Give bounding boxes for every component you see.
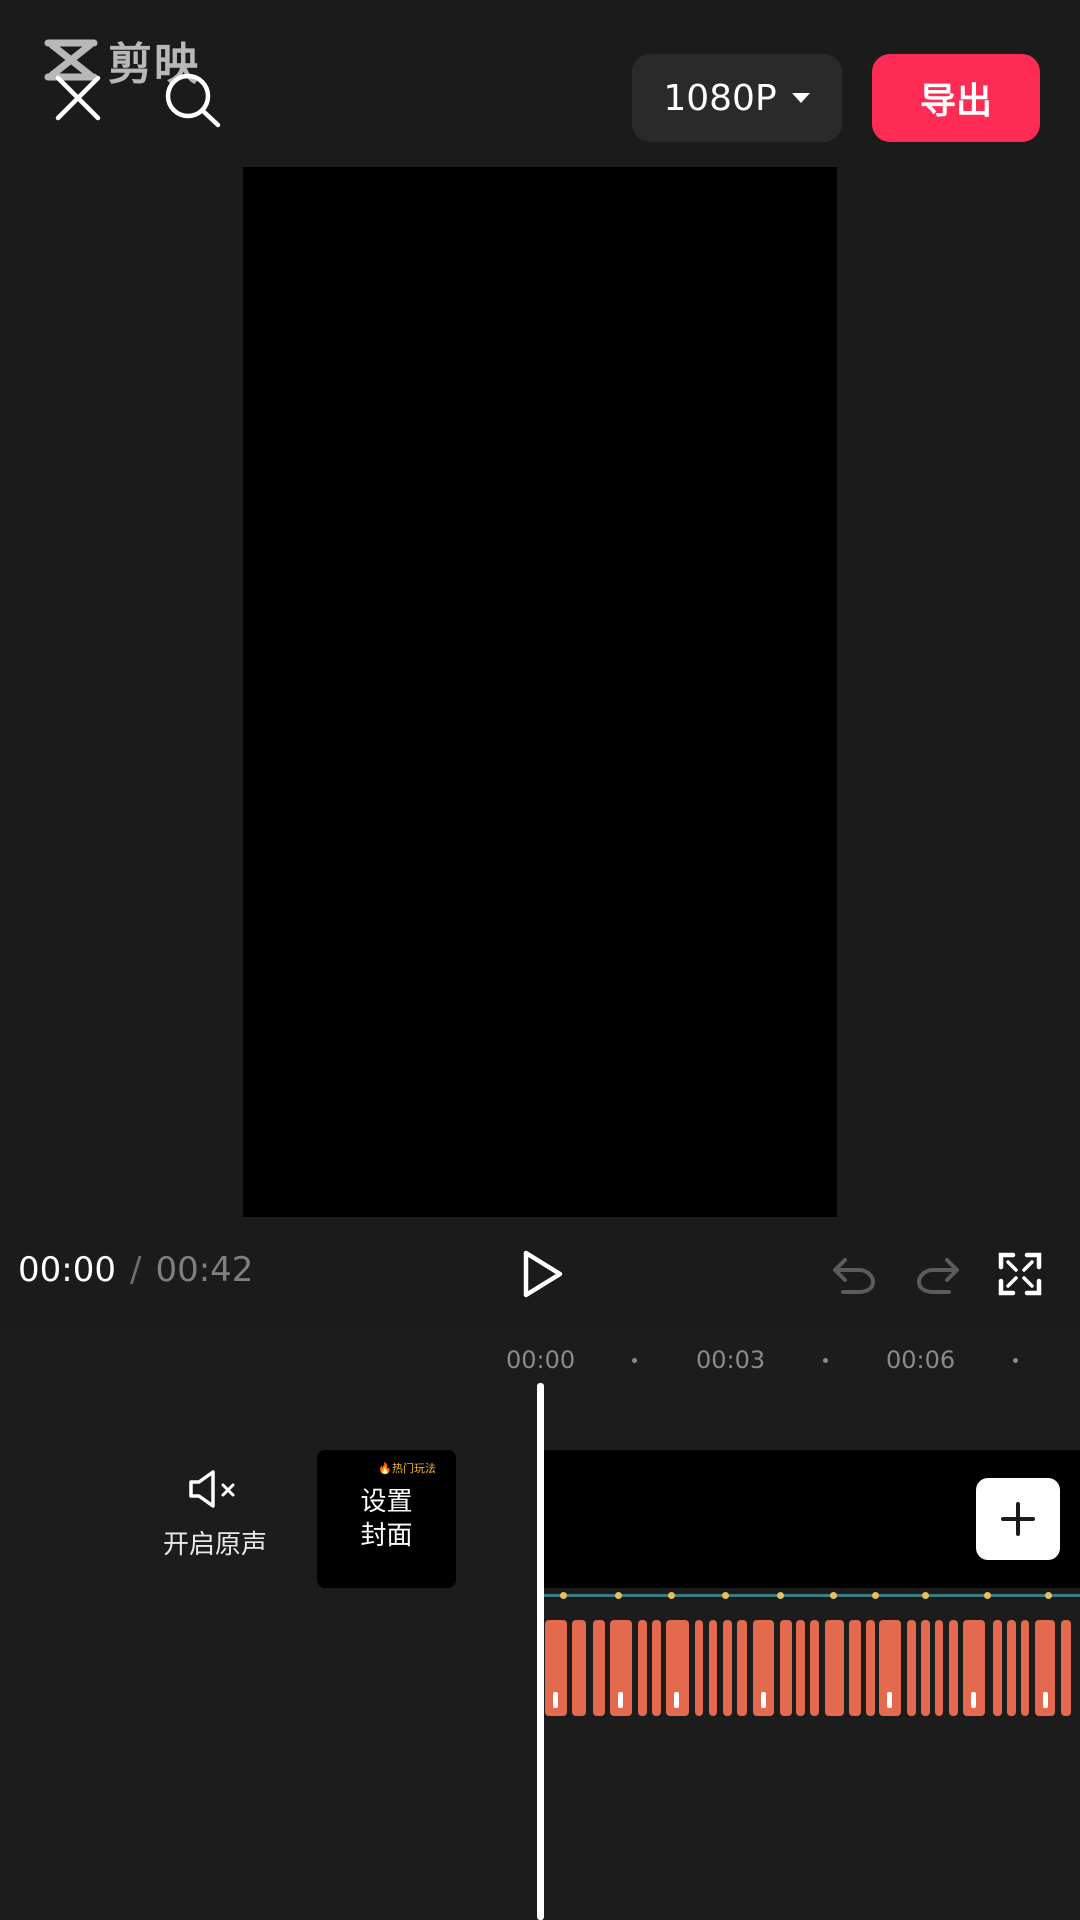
beat-dot [615,1592,622,1599]
ruler-tick-label: 00:03 [696,1346,766,1374]
time-display: 00:00 / 00:42 [18,1250,253,1290]
close-icon [55,75,101,121]
resolution-value: 1080P [663,77,777,119]
audio-segment [825,1620,844,1716]
audio-segment [849,1620,861,1716]
cover-label-line2: 封面 [360,1521,413,1551]
beat-dot [830,1592,837,1599]
audio-segment [1035,1620,1055,1716]
undo-icon [833,1258,875,1294]
audio-segment [963,1620,985,1716]
beat-dot [722,1592,729,1599]
audio-segment [993,1620,1002,1716]
ruler-tick-label: 00:06 [886,1346,956,1374]
fullscreen-icon [998,1252,1042,1296]
plus-icon [1001,1502,1035,1536]
beat-dot [872,1592,879,1599]
speaker-muted-icon [189,1470,235,1508]
resolution-dropdown[interactable]: 1080P [632,54,842,142]
beat-dot [668,1592,675,1599]
ruler-tick-label: 00:00 [506,1346,576,1374]
cover-badge: 🔥热门玩法 [378,1462,436,1475]
audio-segment [780,1620,792,1716]
time-separator: / [129,1250,142,1290]
audio-track[interactable] [543,1620,1080,1716]
set-cover-button[interactable]: 🔥热门玩法 设置 封面 [317,1450,456,1588]
add-clip-button[interactable] [976,1478,1060,1560]
mute-original-sound-button[interactable]: 开启原声 [150,1468,280,1561]
play-icon [523,1250,563,1298]
fullscreen-button[interactable] [992,1246,1048,1302]
mute-label: 开启原声 [162,1530,267,1560]
close-button[interactable] [50,70,106,126]
current-time: 00:00 [18,1250,116,1290]
beat-dot [560,1592,567,1599]
audio-segment [753,1620,774,1716]
play-button[interactable] [512,1244,572,1304]
playhead[interactable] [537,1383,544,1920]
ruler-dot [1013,1358,1018,1363]
audio-segment [709,1620,717,1716]
audio-segment [638,1620,647,1716]
audio-segment [593,1620,605,1716]
audio-segment [879,1620,901,1716]
redo-icon [917,1258,959,1294]
audio-segment [935,1620,943,1716]
search-button[interactable] [160,70,224,130]
audio-segment [1007,1620,1016,1716]
audio-segment [1021,1620,1029,1716]
audio-segment [610,1620,632,1716]
cover-label-line1: 设置 [360,1487,413,1517]
audio-segment [907,1620,916,1716]
ruler-dot [632,1358,637,1363]
audio-segment [695,1620,703,1716]
redo-button[interactable] [910,1248,966,1300]
audio-segment [949,1620,958,1716]
undo-button[interactable] [826,1248,882,1300]
audio-segment [572,1620,586,1716]
audio-segment [921,1620,930,1716]
audio-segment [723,1620,732,1716]
audio-segment [666,1620,689,1716]
search-icon [165,73,221,128]
audio-segment [866,1620,875,1716]
audio-segment [1061,1620,1071,1716]
video-preview[interactable] [243,167,837,1217]
audio-segment [652,1620,661,1716]
beat-dot [984,1592,991,1599]
total-time: 00:42 [155,1250,254,1290]
audio-segment [737,1620,747,1716]
beat-dot [1045,1592,1052,1599]
beat-dot [922,1592,929,1599]
audio-segment [810,1620,819,1716]
beat-marker-line [543,1594,1080,1597]
audio-segment [545,1620,567,1716]
export-button[interactable]: 导出 [872,54,1040,142]
audio-segment [796,1620,805,1716]
ruler-dot [823,1358,828,1363]
beat-dot [777,1592,784,1599]
caret-down-icon [791,93,810,103]
